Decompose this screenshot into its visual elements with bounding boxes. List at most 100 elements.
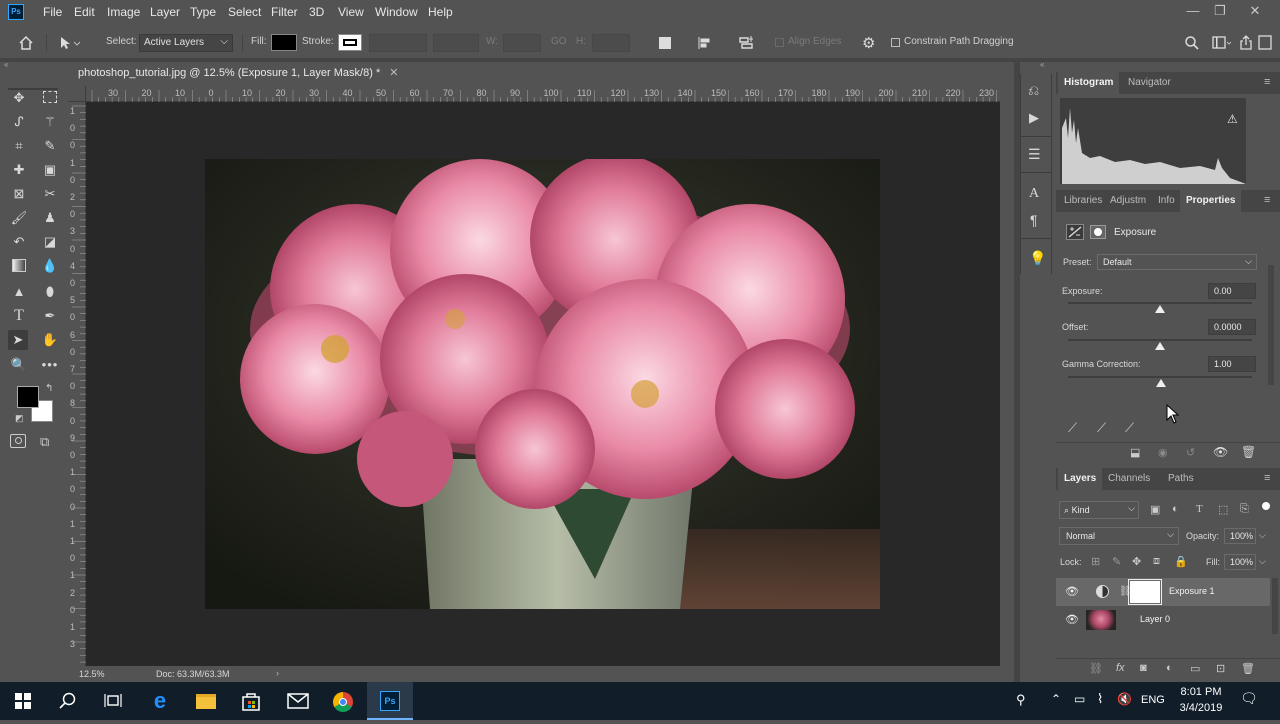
adjustment-icon[interactable] (1066, 224, 1084, 240)
stroke-type-dropdown[interactable] (433, 34, 479, 52)
gamma-value-field[interactable]: 1.00 (1208, 356, 1256, 372)
chevron-down-icon[interactable]: ⌵ (1259, 530, 1266, 541)
document-tab[interactable]: photoshop_tutorial.jpg @ 12.5% (Exposure… (72, 62, 405, 84)
quick-mask-icon[interactable] (10, 434, 26, 448)
status-menu-arrow-icon[interactable]: › (276, 668, 279, 678)
edge-browser-icon[interactable]: e (137, 682, 183, 720)
gear-icon[interactable]: ⚙ (862, 34, 875, 52)
layer-name[interactable]: Layer 0 (1140, 614, 1170, 624)
filter-type-icon[interactable]: T (1196, 503, 1203, 515)
character-panel-icon[interactable]: A (1029, 186, 1039, 202)
new-layer-icon[interactable]: ⊡ (1216, 662, 1225, 675)
lasso-tool-icon[interactable]: ᔑ (9, 112, 29, 132)
menu-3d[interactable]: 3D (309, 0, 324, 24)
eraser-tool-icon[interactable]: ◪ (40, 232, 60, 252)
visibility-eye-icon[interactable]: 👁 (1065, 613, 1079, 626)
brush-tool-icon[interactable]: 🖌 (9, 208, 29, 228)
search-icon[interactable] (45, 682, 91, 720)
show-hidden-icons-icon[interactable]: ⌃ (1051, 692, 1061, 706)
clock-time[interactable]: 8:01 PM (1180, 686, 1222, 698)
menu-select[interactable]: Select (228, 0, 261, 24)
exposure-slider-track[interactable] (1068, 302, 1252, 304)
path-alignment-icon[interactable] (697, 35, 713, 51)
task-view-icon[interactable] (90, 682, 136, 720)
collapse-dock-icon[interactable]: « (1040, 60, 1044, 69)
exposure-slider-thumb[interactable] (1155, 305, 1165, 313)
screen-mode-icon[interactable]: ⧉ (40, 434, 49, 450)
menu-type[interactable]: Type (190, 0, 216, 24)
visibility-eye-icon[interactable]: 👁 (1213, 445, 1228, 459)
trash-icon[interactable]: 🗑 (1241, 445, 1256, 459)
tab-properties[interactable]: Properties (1180, 190, 1242, 212)
close-button[interactable]: ✕ (1240, 0, 1270, 24)
eyedropper-tool-icon[interactable]: ✎ (40, 136, 60, 156)
blend-mode-dropdown[interactable]: Normal ⌵ (1059, 527, 1179, 545)
align-edges-checkbox[interactable] (775, 38, 784, 47)
panel-menu-icon[interactable]: ≡ (1264, 194, 1270, 206)
wifi-icon[interactable]: ⌇ (1097, 691, 1103, 707)
link-dimensions-icon[interactable]: GO (551, 36, 567, 47)
sponge-tool-icon[interactable]: ⬮ (40, 282, 60, 302)
magic-wand-tool-icon[interactable]: ⚚ (40, 112, 60, 132)
layer-mask-thumbnail[interactable] (1128, 579, 1162, 605)
menu-image[interactable]: Image (107, 0, 140, 24)
fill-field[interactable]: 100% (1224, 554, 1256, 570)
offset-slider-track[interactable] (1068, 339, 1252, 341)
new-group-icon[interactable]: ▭ (1190, 662, 1200, 675)
chrome-icon[interactable] (320, 682, 366, 720)
taskbar-photoshop[interactable]: Ps (367, 682, 413, 720)
lock-artboard-icon[interactable]: ⧈ (1153, 555, 1160, 568)
history-panel-icon[interactable]: ⎌ (1028, 82, 1039, 99)
path-selection-tool-icon[interactable]: ➤ (8, 330, 28, 350)
fill-swatch[interactable] (271, 34, 297, 51)
notifications-icon[interactable]: 🗨 (1240, 690, 1258, 707)
filter-adjustment-icon[interactable]: ◐ (1172, 503, 1179, 515)
menu-filter[interactable]: Filter (271, 0, 298, 24)
chevron-down-icon[interactable]: ⌵ (1259, 556, 1266, 567)
menu-edit[interactable]: Edit (74, 0, 95, 24)
layer-row[interactable]: 👁 Layer 0 (1056, 606, 1270, 634)
default-colors-icon[interactable]: ◩ (15, 413, 24, 424)
stroke-width-field[interactable] (369, 34, 427, 52)
panel-menu-icon[interactable]: ≡ (1264, 76, 1270, 88)
cached-data-warning-icon[interactable]: ⚠ (1227, 112, 1238, 126)
layer-style-fx-icon[interactable]: fx (1116, 662, 1125, 674)
zoom-level[interactable]: 12.5% (79, 669, 105, 679)
blur-tool-icon[interactable]: 💧 (40, 256, 60, 276)
offset-slider-thumb[interactable] (1155, 342, 1165, 350)
layer-filter-dropdown[interactable]: ⌕ Kind ⌵ (1059, 501, 1139, 519)
tab-info[interactable]: Info (1152, 190, 1181, 212)
panel-menu-icon[interactable]: ≡ (1264, 472, 1270, 484)
menu-window[interactable]: Window (375, 0, 418, 24)
exposure-value-field[interactable]: 0.00 (1208, 283, 1256, 299)
hand-tool-icon[interactable]: ✋ (40, 330, 60, 350)
panel-toggle-icon[interactable] (1258, 34, 1272, 52)
select-dropdown[interactable]: Active Layers ⌵ (139, 34, 233, 52)
lock-transparent-icon[interactable]: ⊞ (1091, 555, 1100, 568)
type-tool-icon[interactable]: T (9, 306, 29, 326)
tab-layers[interactable]: Layers (1058, 468, 1103, 490)
dodge-tool-icon[interactable]: ▲ (9, 282, 29, 302)
menu-view[interactable]: View (338, 0, 364, 24)
minimize-button[interactable]: — (1178, 0, 1208, 24)
new-adjustment-layer-icon[interactable]: ◐ (1166, 662, 1173, 674)
swap-colors-icon[interactable]: ↰ (45, 383, 53, 394)
gray-point-eyedropper-icon[interactable]: ⟋ (1097, 420, 1106, 436)
marquee-tool-icon[interactable] (40, 88, 60, 108)
restore-button[interactable]: ❐ (1205, 0, 1235, 24)
clock-date[interactable]: 3/4/2019 (1176, 702, 1226, 714)
layer-name[interactable]: Exposure 1 (1169, 586, 1215, 596)
edit-toolbar-icon[interactable]: ••• (40, 355, 60, 375)
add-mask-icon[interactable]: ◙ (1140, 662, 1147, 674)
tab-histogram[interactable]: Histogram (1058, 72, 1120, 94)
file-explorer-icon[interactable] (183, 682, 229, 720)
mask-icon[interactable] (1090, 225, 1106, 239)
close-tab-icon[interactable]: ✕ (389, 67, 398, 79)
path-selection-tool-icon[interactable] (58, 35, 80, 51)
learn-panel-icon[interactable]: 💡 (1029, 250, 1046, 267)
path-arrangement-icon[interactable] (736, 34, 756, 52)
link-layers-icon[interactable]: ⛓ (1089, 662, 1103, 675)
layers-scrollbar[interactable] (1272, 578, 1278, 634)
preset-dropdown[interactable]: Default ⌵ (1097, 254, 1257, 270)
actions-panel-icon[interactable]: ▶ (1029, 110, 1039, 126)
